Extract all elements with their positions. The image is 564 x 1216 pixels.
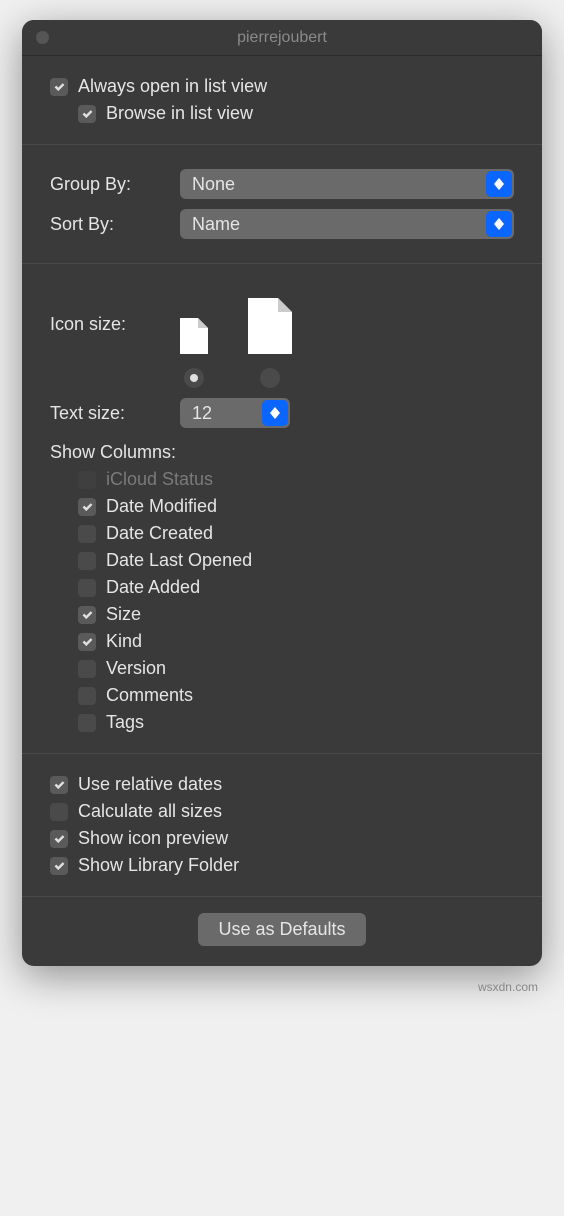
browse-label: Browse in list view [106, 103, 253, 124]
column-label: iCloud Status [106, 469, 213, 490]
bottom-option: Use relative dates [50, 774, 514, 795]
bottom-label: Show Library Folder [78, 855, 239, 876]
file-icon-small [180, 318, 208, 354]
bottom-option: Show Library Folder [50, 855, 514, 876]
chevron-up-down-icon [486, 171, 512, 197]
group-by-value: None [192, 174, 235, 195]
always-open-checkbox[interactable] [50, 78, 68, 96]
column-option: iCloud Status [78, 469, 514, 490]
column-option: Date Last Opened [78, 550, 514, 571]
titlebar: pierrejoubert [22, 20, 542, 56]
column-option: Date Added [78, 577, 514, 598]
column-checkbox[interactable] [78, 714, 96, 732]
sort-by-value: Name [192, 214, 240, 235]
column-checkbox[interactable] [78, 606, 96, 624]
icon-size-small-option [180, 318, 208, 388]
column-option: Kind [78, 631, 514, 652]
column-checkbox[interactable] [78, 552, 96, 570]
close-button[interactable] [36, 31, 49, 44]
icon-size-large-radio[interactable] [260, 368, 280, 388]
section-bottom-options: Use relative dates Calculate all sizes Sho… [22, 754, 542, 897]
view-options-window: pierrejoubert Always open in list view B… [22, 20, 542, 966]
sort-by-row: Sort By: Name [50, 209, 514, 239]
chevron-up-down-icon [486, 211, 512, 237]
column-label: Tags [106, 712, 144, 733]
section-grouping: Group By: None Sort By: Name [22, 145, 542, 264]
column-label: Kind [106, 631, 142, 652]
column-option: Version [78, 658, 514, 679]
icon-size-label: Icon size: [50, 288, 180, 335]
icon-size-large-option [248, 298, 292, 388]
bottom-options-list: Use relative dates Calculate all sizes Sho… [50, 774, 514, 876]
sort-by-select[interactable]: Name [180, 209, 514, 239]
bottom-label: Use relative dates [78, 774, 222, 795]
always-open-row: Always open in list view [50, 76, 514, 97]
column-checkbox[interactable] [78, 687, 96, 705]
column-checkbox[interactable] [78, 633, 96, 651]
sort-by-label: Sort By: [50, 214, 180, 235]
column-label: Date Last Opened [106, 550, 252, 571]
browse-checkbox[interactable] [78, 105, 96, 123]
bottom-checkbox[interactable] [50, 776, 68, 794]
use-as-defaults-button[interactable]: Use as Defaults [198, 913, 365, 946]
columns-list: iCloud Status Date Modified Date Created Da… [50, 469, 514, 733]
section-main-options: Icon size: Text size: 12 [22, 264, 542, 754]
column-checkbox[interactable] [78, 498, 96, 516]
column-label: Version [106, 658, 166, 679]
window-title: pierrejoubert [237, 29, 327, 47]
column-checkbox[interactable] [78, 660, 96, 678]
bottom-option: Show icon preview [50, 828, 514, 849]
text-size-row: Text size: 12 [50, 398, 514, 428]
column-label: Date Added [106, 577, 200, 598]
column-option: Date Created [78, 523, 514, 544]
group-by-row: Group By: None [50, 169, 514, 199]
bottom-checkbox[interactable] [50, 803, 68, 821]
column-checkbox [78, 471, 96, 489]
column-option: Tags [78, 712, 514, 733]
group-by-select[interactable]: None [180, 169, 514, 199]
bottom-option: Calculate all sizes [50, 801, 514, 822]
show-columns-heading: Show Columns: [50, 442, 514, 463]
icon-size-small-radio[interactable] [184, 368, 204, 388]
column-label: Date Modified [106, 496, 217, 517]
chevron-up-down-icon [262, 400, 288, 426]
column-option: Date Modified [78, 496, 514, 517]
section-view-mode: Always open in list view Browse in list … [22, 56, 542, 145]
text-size-value: 12 [192, 403, 212, 424]
column-checkbox[interactable] [78, 579, 96, 597]
text-size-select[interactable]: 12 [180, 398, 290, 428]
browse-row: Browse in list view [78, 103, 514, 124]
icon-size-row: Icon size: [50, 288, 514, 388]
column-option: Comments [78, 685, 514, 706]
always-open-label: Always open in list view [78, 76, 267, 97]
column-label: Size [106, 604, 141, 625]
column-label: Comments [106, 685, 193, 706]
file-icon-large [248, 298, 292, 354]
column-option: Size [78, 604, 514, 625]
text-size-label: Text size: [50, 403, 180, 424]
watermark: wsxdn.com [20, 980, 544, 994]
bottom-label: Show icon preview [78, 828, 228, 849]
column-label: Date Created [106, 523, 213, 544]
bottom-label: Calculate all sizes [78, 801, 222, 822]
bottom-checkbox[interactable] [50, 830, 68, 848]
column-checkbox[interactable] [78, 525, 96, 543]
bottom-checkbox[interactable] [50, 857, 68, 875]
footer: Use as Defaults [22, 897, 542, 966]
group-by-label: Group By: [50, 174, 180, 195]
